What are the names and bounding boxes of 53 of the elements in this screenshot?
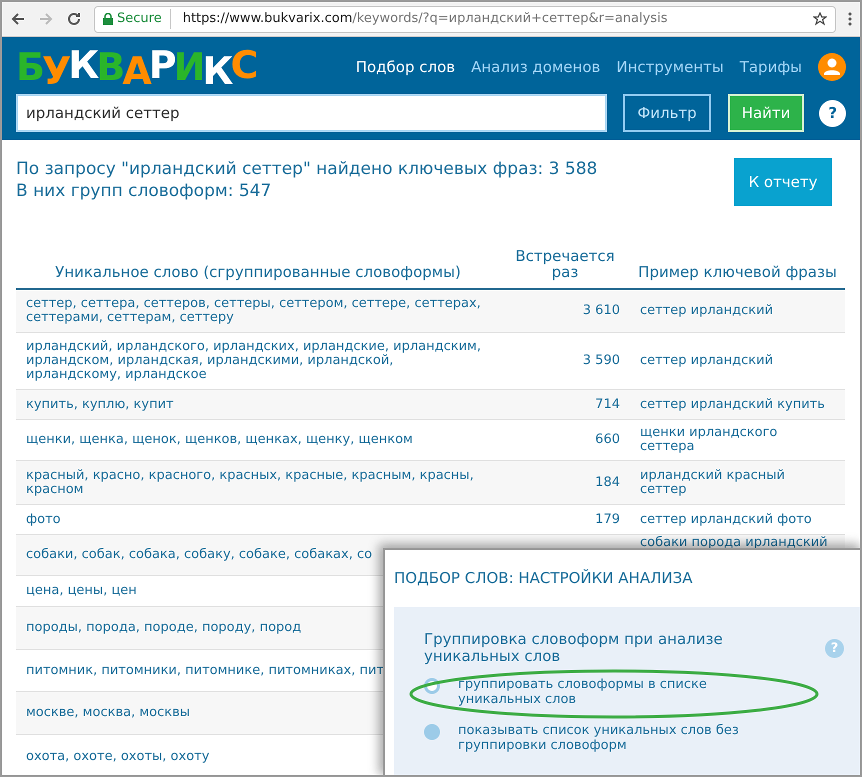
star-icon[interactable] [813, 12, 827, 26]
option-label: группировать словоформы в списке уникальных слов [458, 677, 708, 707]
table-cell-text: 3 610 [582, 304, 621, 318]
summary-text: По запросу "ирландский сеттер" найдено ключевых фраз: 3 588 [16, 158, 598, 180]
help-button[interactable]: ? [819, 100, 846, 126]
table-cell-text: сеттер ирландский фото [639, 512, 813, 526]
url-text: https://www.bukvarix.com/keywords/?q=ирландский+сеттер&r=analysis [182, 10, 668, 28]
group-label: Группировка словоформ при анализе уникальных слов [424, 631, 724, 665]
column-header[interactable]: Пример ключевой фразы [630, 264, 845, 280]
site-logo[interactable]: БУКВАРИКС [16, 48, 256, 86]
table-cell-text: сеттер ирландский купить [639, 398, 826, 412]
table-cell-text: сеттер ирландский [639, 304, 774, 318]
table-cell-text: собаки порода ирландский [639, 536, 829, 550]
column-header[interactable]: Уникальное слово (сгруппированные словоформы) [16, 264, 500, 280]
nav-link[interactable]: Тарифы [740, 56, 802, 78]
search-field[interactable]: ирландский сеттер [16, 94, 608, 132]
nav-link[interactable]: Анализ доменов [471, 56, 600, 78]
table-cell-text: москве, москва, москвы [25, 706, 192, 720]
table-cell-text: щенки, щенка, щенок, щенков, щенках, щенку, щенком [25, 433, 414, 447]
table-cell-text: охота, охоте, охоты, охоту [25, 750, 210, 764]
table-cell-text: цена, цены, цен [25, 584, 138, 598]
table-cell-text: 184 [594, 476, 621, 490]
table-cell-text: собаки, собак, собака, собаку, собаке, собаках, со [25, 548, 374, 562]
option-label: показывать список уникальных слов без группировки словоформ [458, 723, 740, 753]
lock-icon [103, 13, 113, 25]
table-cell-text: 660 [594, 433, 621, 447]
radio-button[interactable] [424, 724, 440, 740]
table-cell-text: сеттер, сеттера, сеттеров, сеттеры, сеттером, сеттере, сеттерах, сеттерами, сеттерам, сеттеру [25, 297, 482, 325]
address-bar[interactable]: Secure https://www.bukvarix.com/keywords/?q=ирландский+сеттер&r=analysis [94, 6, 836, 32]
table-cell-text: породы, порода, породе, породу, пород [25, 621, 302, 635]
table-cell-text: 179 [594, 512, 621, 526]
secure-label: Secure [117, 9, 171, 29]
table-cell-text: красный, красно, красного, красных, красные, красным, красны, красном [25, 468, 475, 496]
table-cell-text: купить, куплю, купит [25, 398, 175, 412]
table-cell-text: сеттер ирландский [639, 354, 774, 368]
table-cell-text: щенки ирландского сеттера [639, 426, 778, 454]
table-cell-text: ирландский, ирландского, ирландских, ирландские, ирландским, ирландском, ирландская, ирландскими, ирландской, ирландскому, ирландское [25, 340, 482, 382]
menu-icon[interactable] [848, 11, 852, 27]
user-icon[interactable] [818, 53, 846, 81]
summary-text: В них групп словоформ: 547 [16, 180, 272, 202]
table-cell-text: 3 590 [582, 354, 621, 368]
table-cell-text: ирландский красный сеттер [639, 468, 786, 496]
report-button[interactable]: К отчету [734, 158, 832, 206]
filter-button[interactable]: Фильтр [623, 94, 711, 132]
reload-icon[interactable] [66, 11, 82, 27]
table-cell-text: фото [25, 512, 62, 526]
dialog-title: ПОДБОР СЛОВ: НАСТРОЙКИ АНАЛИЗА [394, 568, 694, 590]
column-header[interactable]: Встречается раз [500, 248, 630, 280]
nav-link[interactable]: Инструменты [616, 56, 724, 78]
nav-link[interactable]: Подбор слов [356, 56, 456, 78]
table-cell-text: питомник, питомники, питомнике, питомниках, пит [25, 664, 386, 678]
table-cell-text: 714 [594, 398, 621, 412]
back-icon[interactable] [10, 11, 26, 27]
